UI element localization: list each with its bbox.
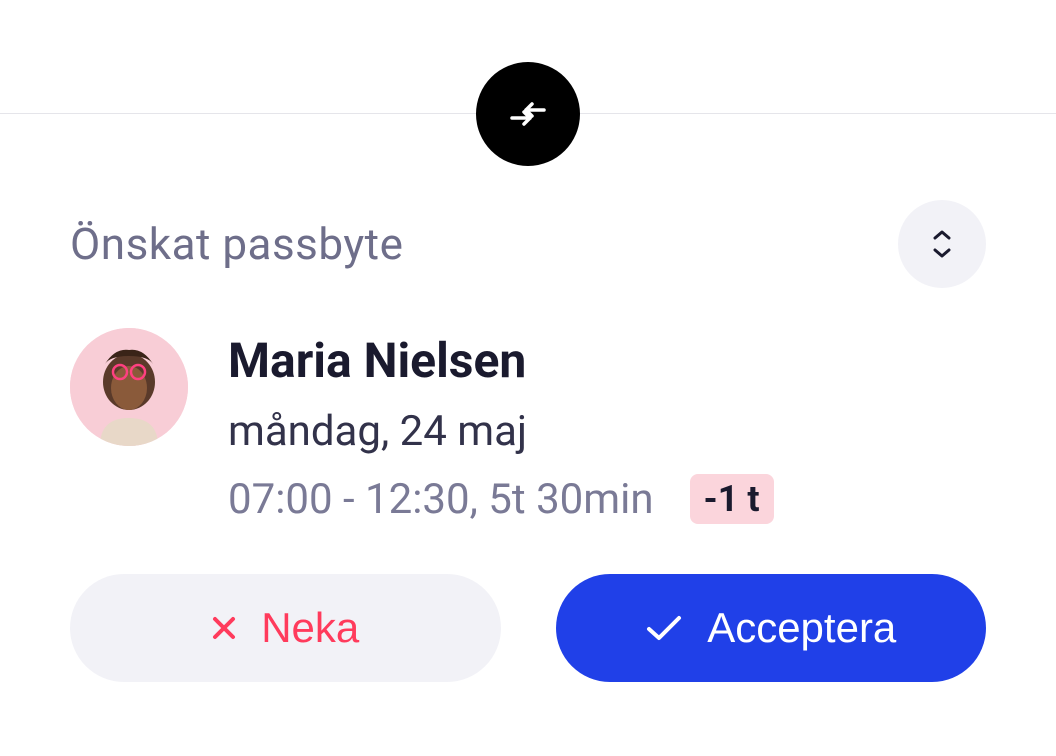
chevron-down-icon xyxy=(932,247,952,259)
decline-button[interactable]: Neka xyxy=(70,574,501,682)
avatar xyxy=(70,328,188,446)
check-icon xyxy=(645,613,683,643)
time-diff-badge: -1 t xyxy=(690,474,774,524)
expand-collapse-button[interactable] xyxy=(898,200,986,288)
close-icon xyxy=(211,615,237,641)
decline-label: Neka xyxy=(261,604,359,652)
swap-arrows-icon xyxy=(506,92,550,136)
chevron-up-icon xyxy=(932,229,952,241)
accept-label: Acceptera xyxy=(707,604,896,652)
swap-icon-circle xyxy=(476,62,580,166)
section-title: Önskat passbyte xyxy=(70,218,403,270)
shift-time: 07:00 - 12:30, 5t 30min xyxy=(228,475,654,524)
accept-button[interactable]: Acceptera xyxy=(556,574,987,682)
person-name: Maria Nielsen xyxy=(228,332,774,389)
shift-date: måndag, 24 maj xyxy=(228,407,774,456)
